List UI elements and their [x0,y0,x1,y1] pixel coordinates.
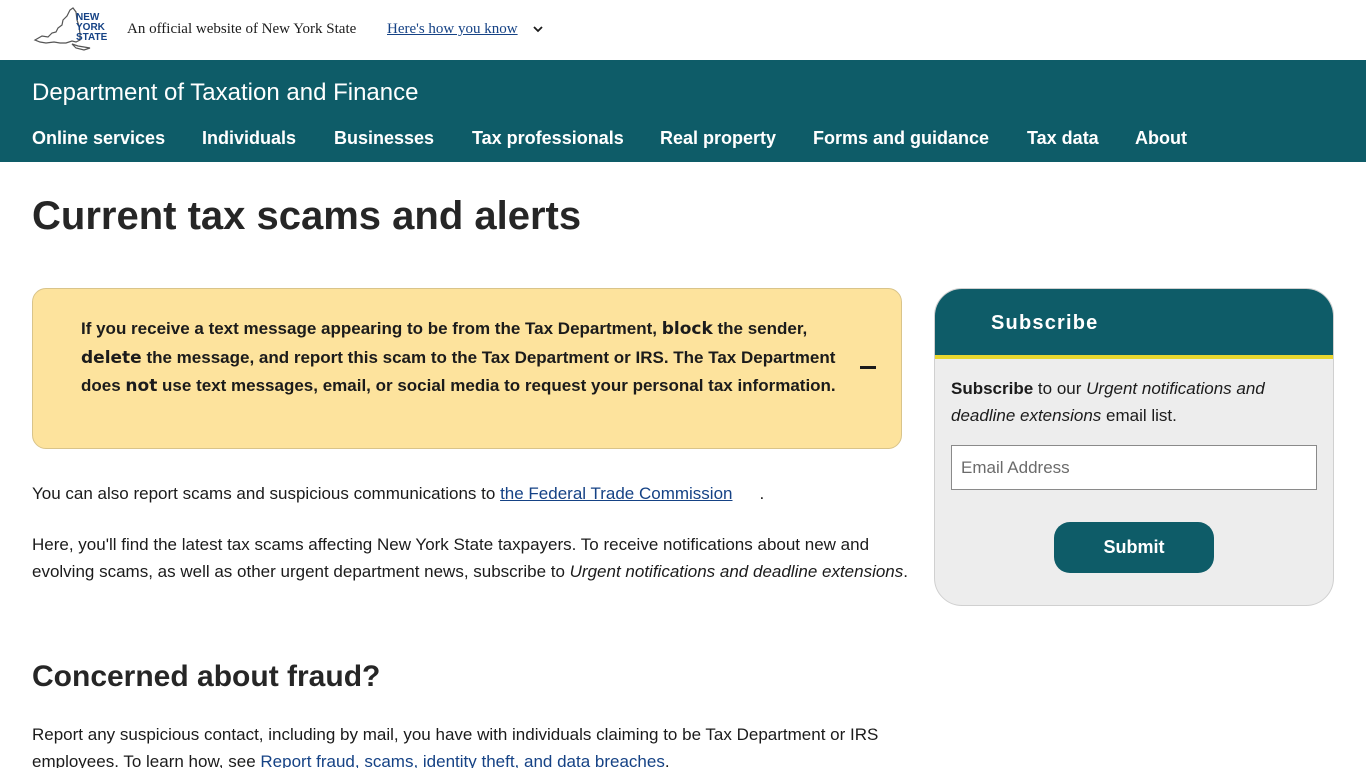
subscribe-desc-bold: Subscribe [951,379,1034,398]
scam-alert: If you receive a text message appearing … [32,288,902,449]
p1-text: You can also report scams and suspicious… [32,484,501,503]
collapse-minus-icon[interactable] [860,366,876,369]
nys-logo[interactable]: NEW YORK STATE [32,6,112,54]
ftc-report-paragraph: You can also report scams and suspicious… [32,480,912,507]
nav-about[interactable]: About [1135,128,1187,149]
p2-end: . [903,562,908,581]
subscribe-desc-text: to our [1033,379,1087,398]
subscribe-title: Subscribe [991,312,1099,334]
official-banner: NEW YORK STATE An official website of Ne… [0,0,1366,60]
official-website-text: An official website of New York State [127,21,357,37]
report-fraud-link[interactable]: Report fraud, scams, identity theft, and… [260,752,664,768]
logo-line-3: STATE [76,32,108,43]
alert-bold-not: not [125,376,158,397]
intro-paragraph: Here, you'll find the latest tax scams a… [32,531,912,585]
submit-button[interactable]: Submit [1054,522,1214,573]
p3-end: . [664,752,670,768]
agency-header: Department of Taxation and Finance Onlin… [0,60,1366,162]
subscribe-header: Subscribe [935,289,1333,359]
chevron-down-icon[interactable] [532,23,544,35]
subscribe-description: Subscribe to our Urgent notifications an… [951,375,1321,429]
alert-bold-block: block [661,319,713,339]
nav-individuals[interactable]: Individuals [202,128,296,149]
p1-end: . [759,484,765,503]
how-you-know-link[interactable]: Here's how you know [387,21,518,38]
agency-title[interactable]: Department of Taxation and Finance [32,79,418,107]
alert-message: If you receive a text message appearing … [81,315,861,401]
page-title: Current tax scams and alerts [32,194,582,238]
fraud-heading: Concerned about fraud? [32,660,381,693]
nav-businesses[interactable]: Businesses [334,128,434,149]
nav-forms-and-guidance[interactable]: Forms and guidance [813,128,989,149]
p2-italic: Urgent notifications and deadline extens… [569,562,904,581]
email-field[interactable] [951,445,1317,490]
ftc-link[interactable]: the Federal Trade Commission [500,484,732,503]
subscribe-panel: Subscribe Subscribe to our Urgent notifi… [934,288,1334,606]
fraud-paragraph: Report any suspicious contact, including… [32,721,912,768]
subscribe-desc-end: email list. [1101,406,1177,425]
alert-bold-delete: delete [81,347,142,368]
nav-real-property[interactable]: Real property [660,128,776,149]
alert-text-2: the sender, [712,319,808,338]
nav-online-services[interactable]: Online services [32,128,165,149]
alert-text-4: use text messages, email, or social medi… [157,376,836,396]
nav-tax-professionals[interactable]: Tax professionals [472,128,624,149]
nav-tax-data[interactable]: Tax data [1027,128,1099,149]
alert-text-1: If you receive a text message appearing … [81,319,662,338]
